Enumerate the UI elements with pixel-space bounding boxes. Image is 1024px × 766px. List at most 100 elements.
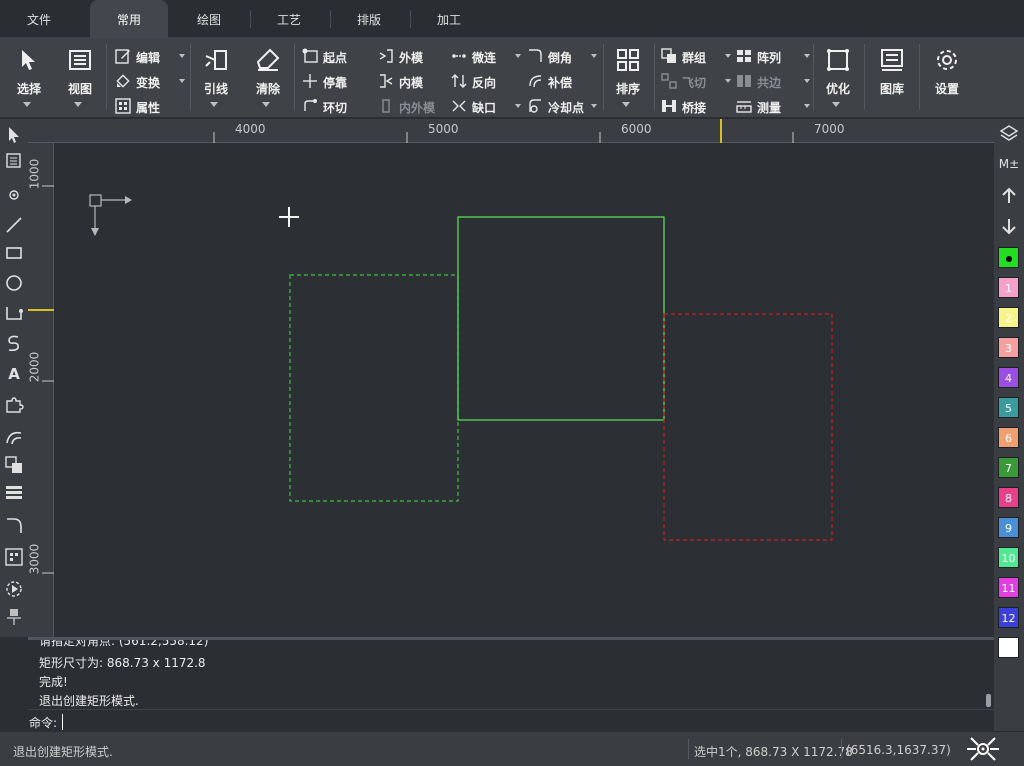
layer-swatch[interactable]: 6	[998, 427, 1019, 448]
select-button[interactable]: 选择	[7, 44, 51, 114]
laser-head-icon[interactable]	[963, 734, 1003, 764]
drawing-canvas[interactable]	[55, 144, 994, 637]
layer-swatch[interactable]: 9	[998, 517, 1019, 538]
layer-swatch[interactable]	[998, 637, 1019, 658]
view-button[interactable]: 视图	[58, 44, 102, 114]
coordinate-origin-axes	[89, 194, 132, 236]
library-button[interactable]: 图库	[870, 44, 914, 114]
puzzle-icon[interactable]	[4, 395, 24, 415]
gap-label: 缺口	[472, 101, 497, 115]
micro-joint-icon	[452, 54, 466, 58]
select-arrow-icon[interactable]	[4, 125, 24, 145]
transform-button[interactable]: 变换	[115, 71, 185, 91]
layer-swatch[interactable]: 3	[998, 337, 1019, 358]
inner-mode-button[interactable]: 内模	[378, 71, 438, 91]
tab-nesting[interactable]: 排版	[330, 0, 408, 38]
dock-button[interactable]: 停靠	[302, 71, 362, 91]
edit-button[interactable]: 编辑	[115, 46, 185, 66]
pin-icon[interactable]	[4, 607, 24, 627]
library-label: 图库	[879, 82, 904, 96]
ribbon-separator	[294, 44, 295, 110]
tab-file[interactable]: 文件	[0, 0, 78, 38]
ruler-label: 1000	[27, 158, 42, 190]
compensate-button[interactable]: 补偿	[527, 71, 587, 91]
start-point-button[interactable]: 起点	[302, 46, 362, 66]
dashed-red-rectangle[interactable]	[663, 313, 833, 541]
loop-cut-button[interactable]: 环切	[302, 96, 362, 116]
ruler-label: 6000	[621, 122, 652, 136]
command-input[interactable]	[62, 713, 962, 731]
polyline-icon[interactable]	[4, 303, 24, 323]
fillet-icon[interactable]	[4, 515, 24, 535]
chevron-down-icon	[515, 54, 521, 58]
gap-button[interactable]: 缺口	[451, 96, 521, 116]
arrow-up-icon[interactable]	[998, 185, 1020, 207]
macro-icon[interactable]: M±	[998, 153, 1020, 175]
layer-swatch[interactable]: 8	[998, 487, 1019, 508]
point-icon[interactable]	[4, 185, 24, 205]
console-line: 完成!	[39, 675, 68, 689]
layer-swatch[interactable]	[998, 247, 1019, 268]
node-edit-icon[interactable]	[4, 151, 24, 171]
settings-button[interactable]: 设置	[925, 44, 969, 114]
sort-button[interactable]: 排序	[606, 44, 650, 114]
offset-curve-icon[interactable]	[4, 427, 24, 447]
bridge-button[interactable]: 桥接	[661, 96, 721, 116]
status-bar: 退出创建矩形模式. 选中1个, 868.73 X 1172.78 (6516.3…	[0, 731, 1024, 766]
fly-cut-label: 飞切	[682, 76, 707, 90]
tab-machining[interactable]: 加工	[410, 0, 488, 38]
layer-swatch[interactable]: 1	[998, 277, 1019, 298]
text-tool-icon[interactable]: A	[4, 365, 24, 385]
arrow-down-icon[interactable]	[998, 215, 1020, 237]
leadline-button[interactable]: 引线	[194, 44, 238, 114]
array-button[interactable]: 阵列	[736, 46, 810, 66]
tab-draw[interactable]: 绘图	[170, 0, 248, 38]
reverse-button[interactable]: 反向	[451, 71, 511, 91]
clear-button[interactable]: 清除	[246, 44, 290, 114]
simulate-icon[interactable]	[4, 579, 24, 599]
optimize-icon	[827, 49, 849, 71]
frame-select-icon[interactable]	[4, 547, 24, 567]
spiral-icon[interactable]	[4, 333, 24, 353]
boolean-icon[interactable]	[4, 455, 24, 475]
outer-mode-button[interactable]: 外模	[378, 46, 438, 66]
ruler-label: 7000	[814, 122, 845, 136]
loop-cut-icon	[304, 99, 317, 111]
tab-process[interactable]: 工艺	[250, 0, 328, 38]
layers-icon[interactable]	[998, 123, 1020, 145]
layer-swatch[interactable]: 12	[998, 607, 1019, 628]
circle-icon[interactable]	[4, 273, 24, 293]
common-edge-button[interactable]: 共边	[736, 71, 810, 91]
console-scrollbar[interactable]	[986, 694, 991, 707]
layer-swatch[interactable]: 2	[998, 307, 1019, 328]
layer-swatch[interactable]: 5	[998, 397, 1019, 418]
micro-joint-button[interactable]: 微连	[451, 46, 521, 66]
inner-outer-mode-button[interactable]: 内外模	[378, 96, 438, 116]
array-grid-icon[interactable]	[4, 483, 24, 503]
dashed-green-rectangle[interactable]	[289, 274, 459, 502]
cooling-point-button[interactable]: 冷却点	[527, 96, 597, 116]
cursor-coordinates: (6516.3,1637.37)	[846, 743, 951, 757]
measure-button[interactable]: 测量	[736, 96, 810, 116]
line-icon[interactable]	[4, 215, 24, 235]
ribbon-toolbar: 选择 视图 编辑 变换 属性 引线 清除 起点 停靠 环切 外模 内模 内外模 …	[0, 38, 1024, 118]
transform-icon	[116, 74, 130, 88]
layer-swatch[interactable]: 4	[998, 367, 1019, 388]
layer-swatch[interactable]: 11	[998, 577, 1019, 598]
eraser-icon	[256, 48, 280, 71]
fly-cut-icon	[661, 73, 677, 89]
optimize-button[interactable]: 优化	[816, 44, 860, 114]
rectangle-icon[interactable]	[4, 243, 24, 263]
inner-mode-label: 内模	[399, 76, 424, 90]
layer-swatch[interactable]: 10	[998, 547, 1019, 568]
ribbon-separator	[919, 44, 920, 110]
property-button[interactable]: 属性	[115, 96, 185, 116]
tab-common[interactable]: 常用	[90, 0, 168, 38]
leadline-label: 引线	[203, 82, 228, 96]
chamfer-button[interactable]: 倒角	[527, 46, 597, 66]
selected-green-rectangle[interactable]	[457, 216, 665, 421]
layer-swatch[interactable]: 7	[998, 457, 1019, 478]
chevron-down-icon	[725, 54, 731, 58]
fly-cut-button[interactable]: 飞切	[661, 71, 731, 91]
group-button[interactable]: 群组	[661, 46, 731, 66]
